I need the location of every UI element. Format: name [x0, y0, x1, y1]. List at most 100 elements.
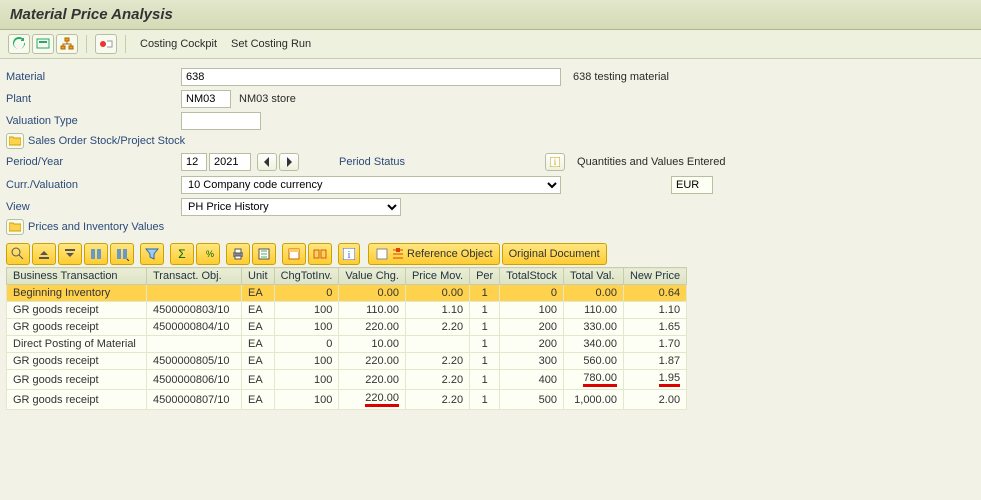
period-next-button[interactable]	[279, 153, 299, 171]
display-icon[interactable]	[32, 34, 54, 54]
cell-np: 2.00	[623, 390, 686, 410]
cell-to: 4500000807/10	[147, 390, 242, 410]
cell-np: 1.10	[623, 302, 686, 319]
material-field[interactable]	[181, 68, 561, 86]
col-business-transaction[interactable]: Business Transaction	[7, 268, 147, 285]
print-icon[interactable]	[226, 243, 250, 265]
valtype-field[interactable]	[181, 112, 261, 130]
subtotal-icon[interactable]: %	[196, 243, 220, 265]
table-row[interactable]: GR goods receipt4500000805/10EA100220.00…	[7, 353, 687, 370]
sort-desc-icon[interactable]	[58, 243, 82, 265]
cell-cti: 0	[274, 336, 339, 353]
refresh-icon[interactable]	[8, 34, 30, 54]
cell-cti: 0	[274, 285, 339, 302]
table-row[interactable]: Beginning InventoryEA00.000.00100.000.64	[7, 285, 687, 302]
export-icon[interactable]	[252, 243, 276, 265]
sales-stock-toggle[interactable]: Sales Order Stock/Project Stock	[6, 133, 975, 149]
period-prev-button[interactable]	[257, 153, 277, 171]
close-icon[interactable]	[95, 34, 117, 54]
cell-per: 1	[470, 353, 500, 370]
svg-text:%: %	[206, 249, 214, 259]
info-icon[interactable]: i	[545, 153, 565, 171]
cell-unit: EA	[242, 336, 275, 353]
layout-icon[interactable]	[282, 243, 306, 265]
cell-vc: 0.00	[339, 285, 406, 302]
col-total-val[interactable]: Total Val.	[563, 268, 623, 285]
period-field[interactable]	[181, 153, 207, 171]
cell-np: 1.70	[623, 336, 686, 353]
col-new-price[interactable]: New Price	[623, 268, 686, 285]
col-totalstock[interactable]: TotalStock	[500, 268, 564, 285]
table-row[interactable]: GR goods receipt4500000803/10EA100110.00…	[7, 302, 687, 319]
cell-ts: 100	[500, 302, 564, 319]
cell-pm: 2.20	[405, 390, 469, 410]
app-toolbar: Costing Cockpit Set Costing Run	[0, 30, 981, 59]
cell-per: 1	[470, 390, 500, 410]
cell-cti: 100	[274, 390, 339, 410]
col-transact-obj[interactable]: Transact. Obj.	[147, 268, 242, 285]
cell-unit: EA	[242, 390, 275, 410]
cell-bt: GR goods receipt	[7, 302, 147, 319]
period-label: Period/Year	[6, 156, 181, 168]
details-icon[interactable]	[6, 243, 30, 265]
cell-ts: 300	[500, 353, 564, 370]
period-status-desc: Quantities and Values Entered	[577, 156, 725, 168]
view-select[interactable]: PH Price History	[181, 198, 401, 216]
sort-asc-icon[interactable]	[32, 243, 56, 265]
cell-tv: 560.00	[563, 353, 623, 370]
plant-desc: NM03 store	[239, 93, 296, 105]
cell-unit: EA	[242, 353, 275, 370]
cell-unit: EA	[242, 302, 275, 319]
cell-vc: 220.00	[339, 353, 406, 370]
prices-label: Prices and Inventory Values	[28, 221, 164, 233]
cell-unit: EA	[242, 319, 275, 336]
sum-icon[interactable]: Σ	[170, 243, 194, 265]
cell-vc: 220.00	[339, 319, 406, 336]
col-unit[interactable]: Unit	[242, 268, 275, 285]
cell-cti: 100	[274, 302, 339, 319]
filter-icon[interactable]	[140, 243, 164, 265]
price-history-table: Business Transaction Transact. Obj. Unit…	[6, 267, 687, 410]
view-label: View	[6, 201, 181, 213]
cell-tv: 0.00	[563, 285, 623, 302]
cell-per: 1	[470, 302, 500, 319]
plant-field[interactable]	[181, 90, 231, 108]
find-icon[interactable]	[84, 243, 108, 265]
col-price-mov[interactable]: Price Mov.	[405, 268, 469, 285]
hierarchy-icon[interactable]	[56, 34, 78, 54]
col-per[interactable]: Per	[470, 268, 500, 285]
col-chgtotinv[interactable]: ChgTotInv.	[274, 268, 339, 285]
table-row[interactable]: GR goods receipt4500000804/10EA100220.00…	[7, 319, 687, 336]
cell-ts: 500	[500, 390, 564, 410]
valtype-label: Valuation Type	[6, 115, 181, 127]
curr-unit	[671, 176, 713, 194]
cell-bt: Direct Posting of Material	[7, 336, 147, 353]
table-row[interactable]: GR goods receipt4500000806/10EA100220.00…	[7, 370, 687, 390]
cell-vc: 10.00	[339, 336, 406, 353]
table-row[interactable]: GR goods receipt4500000807/10EA100220.00…	[7, 390, 687, 410]
original-document-button[interactable]: Original Document	[502, 243, 607, 265]
cell-bt: Beginning Inventory	[7, 285, 147, 302]
svg-text:i: i	[348, 250, 351, 260]
cell-to: 4500000806/10	[147, 370, 242, 390]
curr-select[interactable]: 10 Company code currency	[181, 176, 561, 194]
table-row[interactable]: Direct Posting of MaterialEA010.00120034…	[7, 336, 687, 353]
cell-per: 1	[470, 319, 500, 336]
cell-pm: 2.20	[405, 370, 469, 390]
set-costing-run-link[interactable]: Set Costing Run	[225, 35, 317, 53]
col-value-chg[interactable]: Value Chg.	[339, 268, 406, 285]
costing-cockpit-link[interactable]: Costing Cockpit	[134, 35, 223, 53]
year-field[interactable]	[209, 153, 251, 171]
info-grid-icon[interactable]: i	[338, 243, 360, 265]
material-label: Material	[6, 71, 181, 83]
cell-to: 4500000804/10	[147, 319, 242, 336]
layout-change-icon[interactable]	[308, 243, 332, 265]
cell-np: 0.64	[623, 285, 686, 302]
page-title: Material Price Analysis	[0, 0, 981, 30]
plant-label: Plant	[6, 93, 181, 105]
cell-to	[147, 336, 242, 353]
find-next-icon[interactable]	[110, 243, 134, 265]
reference-object-button[interactable]: Reference Object	[368, 243, 500, 265]
cell-to: 4500000803/10	[147, 302, 242, 319]
prices-toggle[interactable]: Prices and Inventory Values	[6, 219, 975, 235]
